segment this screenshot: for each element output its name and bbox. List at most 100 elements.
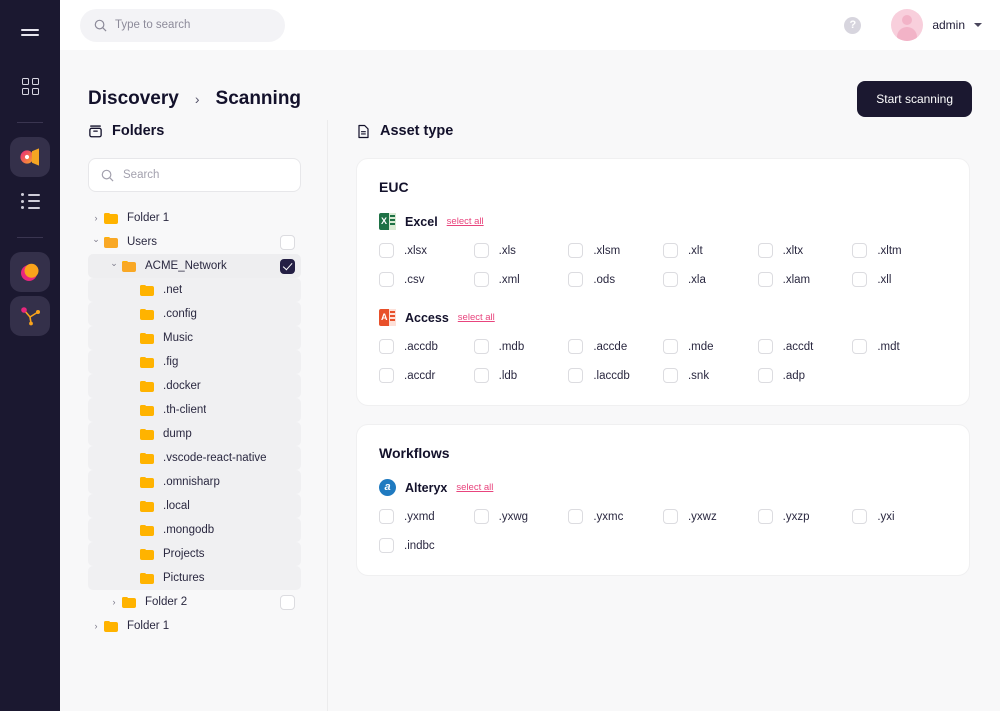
extension-option[interactable]: .ldb <box>474 368 569 383</box>
extension-checkbox[interactable] <box>379 538 394 553</box>
graph-icon[interactable] <box>10 296 50 336</box>
tree-node[interactable]: .docker <box>88 374 301 398</box>
tree-node[interactable]: Music <box>88 326 301 350</box>
tree-node[interactable]: Projects <box>88 542 301 566</box>
tree-node[interactable]: ⌄ACME_Network <box>88 254 301 278</box>
tree-node[interactable]: ›Folder 1 <box>88 206 301 230</box>
megaphone-icon[interactable] <box>10 137 50 177</box>
chevron-right-icon[interactable]: › <box>106 597 122 607</box>
extension-option[interactable]: .xltx <box>758 243 853 258</box>
extension-option[interactable]: .mdt <box>852 339 947 354</box>
select-all-link[interactable]: select all <box>458 312 495 323</box>
menu-icon[interactable] <box>10 12 50 52</box>
chevron-right-icon[interactable]: › <box>88 213 104 223</box>
extension-checkbox[interactable] <box>474 368 489 383</box>
extension-checkbox[interactable] <box>379 243 394 258</box>
extension-checkbox[interactable] <box>852 243 867 258</box>
extension-checkbox[interactable] <box>758 509 773 524</box>
extension-option[interactable]: .xlt <box>663 243 758 258</box>
extension-option[interactable]: .laccdb <box>568 368 663 383</box>
extension-checkbox[interactable] <box>568 509 583 524</box>
select-all-link[interactable]: select all <box>456 482 493 493</box>
tree-node[interactable]: ›Folder 1 <box>88 614 301 638</box>
extension-option[interactable]: .xlam <box>758 272 853 287</box>
tree-node[interactable]: .net <box>88 278 301 302</box>
extension-option[interactable]: .indbc <box>379 538 474 553</box>
extension-checkbox[interactable] <box>474 509 489 524</box>
extension-option[interactable]: .yxmc <box>568 509 663 524</box>
tree-node[interactable]: Pictures <box>88 566 301 590</box>
extension-checkbox[interactable] <box>474 339 489 354</box>
extension-checkbox[interactable] <box>568 368 583 383</box>
extension-checkbox[interactable] <box>758 368 773 383</box>
tree-node[interactable]: .local <box>88 494 301 518</box>
extension-option[interactable]: .ods <box>568 272 663 287</box>
extension-option[interactable]: .adp <box>758 368 853 383</box>
folder-search[interactable] <box>88 158 301 192</box>
extension-checkbox[interactable] <box>758 339 773 354</box>
extension-checkbox[interactable] <box>663 509 678 524</box>
select-all-link[interactable]: select all <box>447 216 484 227</box>
list-icon[interactable] <box>10 181 50 221</box>
extension-checkbox[interactable] <box>758 272 773 287</box>
extension-checkbox[interactable] <box>852 509 867 524</box>
extension-option[interactable]: .accde <box>568 339 663 354</box>
extension-checkbox[interactable] <box>379 368 394 383</box>
search-input[interactable] <box>115 19 271 31</box>
extension-option[interactable]: .yxi <box>852 509 947 524</box>
extension-option[interactable]: .yxwg <box>474 509 569 524</box>
extension-checkbox[interactable] <box>852 272 867 287</box>
extension-option[interactable]: .xls <box>474 243 569 258</box>
start-scanning-button[interactable]: Start scanning <box>857 81 972 117</box>
tree-node-checkbox[interactable] <box>280 259 295 274</box>
tree-node[interactable]: dump <box>88 422 301 446</box>
extension-option[interactable]: .accdb <box>379 339 474 354</box>
extension-option[interactable]: .accdt <box>758 339 853 354</box>
chevron-down-icon[interactable]: ⌄ <box>106 258 122 269</box>
tree-node[interactable]: .mongodb <box>88 518 301 542</box>
extension-checkbox[interactable] <box>379 509 394 524</box>
extension-checkbox[interactable] <box>852 339 867 354</box>
extension-option[interactable]: .accdr <box>379 368 474 383</box>
extension-option[interactable]: .xltm <box>852 243 947 258</box>
extension-option[interactable]: .yxwz <box>663 509 758 524</box>
extension-option[interactable]: .mdb <box>474 339 569 354</box>
extension-option[interactable]: .xml <box>474 272 569 287</box>
tree-node-checkbox[interactable] <box>280 235 295 250</box>
extension-option[interactable]: .mde <box>663 339 758 354</box>
extension-option[interactable]: .snk <box>663 368 758 383</box>
folder-search-input[interactable] <box>123 169 288 181</box>
tree-node[interactable]: ⌄Users <box>88 230 301 254</box>
help-circle-icon[interactable]: ? <box>844 17 861 34</box>
global-search[interactable] <box>80 9 285 42</box>
extension-option[interactable]: .yxzp <box>758 509 853 524</box>
extension-option[interactable]: .xlsx <box>379 243 474 258</box>
extension-option[interactable]: .xla <box>663 272 758 287</box>
extension-option[interactable]: .csv <box>379 272 474 287</box>
breadcrumb-discovery[interactable]: Discovery <box>88 88 179 110</box>
extension-checkbox[interactable] <box>568 339 583 354</box>
tree-node[interactable]: .omnisharp <box>88 470 301 494</box>
chevron-down-icon[interactable]: ⌄ <box>88 234 104 245</box>
tree-node[interactable]: ›Folder 2 <box>88 590 301 614</box>
tree-node[interactable]: .vscode-react-native <box>88 446 301 470</box>
tree-node-checkbox[interactable] <box>280 595 295 610</box>
tree-node[interactable]: .th-client <box>88 398 301 422</box>
extension-checkbox[interactable] <box>379 339 394 354</box>
chevron-down-icon[interactable] <box>974 23 982 27</box>
extension-checkbox[interactable] <box>568 272 583 287</box>
apps-grid-icon[interactable] <box>10 66 50 106</box>
user-menu[interactable]: admin <box>891 9 982 41</box>
extension-checkbox[interactable] <box>568 243 583 258</box>
extension-checkbox[interactable] <box>663 272 678 287</box>
extension-checkbox[interactable] <box>663 243 678 258</box>
extension-checkbox[interactable] <box>474 272 489 287</box>
extension-checkbox[interactable] <box>379 272 394 287</box>
chevron-right-icon[interactable]: › <box>88 621 104 631</box>
tree-node[interactable]: .fig <box>88 350 301 374</box>
extension-checkbox[interactable] <box>663 368 678 383</box>
extension-checkbox[interactable] <box>663 339 678 354</box>
extension-option[interactable]: .yxmd <box>379 509 474 524</box>
extension-checkbox[interactable] <box>474 243 489 258</box>
extension-option[interactable]: .xll <box>852 272 947 287</box>
